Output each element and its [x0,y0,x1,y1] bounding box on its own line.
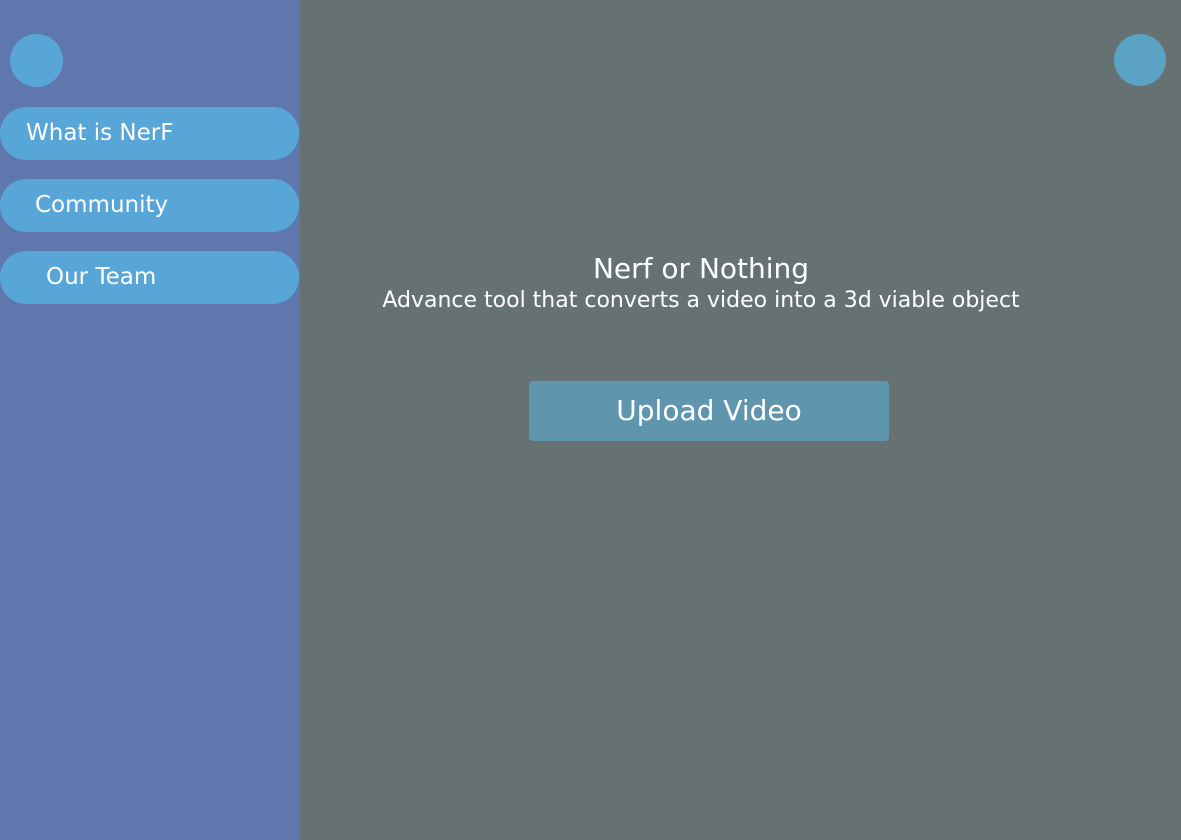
page-subtitle: Advance tool that converts a video into … [382,288,1020,313]
upload-video-button[interactable]: Upload Video [529,381,889,441]
hero-section: Nerf or Nothing Advance tool that conver… [330,250,1072,314]
page-title: Nerf or Nothing [592,252,810,285]
sidebar-item-what-is-nerf[interactable]: What is NerF [0,107,299,160]
profile-circle[interactable] [1114,34,1166,86]
sidebar-item-our-team[interactable]: Our Team [0,251,299,304]
sidebar-item-community[interactable]: Community [0,179,299,232]
sidebar: What is NerF Community Our Team [0,0,300,840]
app-window: What is NerF Community Our Team Nerf or … [0,0,1181,840]
sidebar-avatar-circle[interactable] [10,34,63,87]
